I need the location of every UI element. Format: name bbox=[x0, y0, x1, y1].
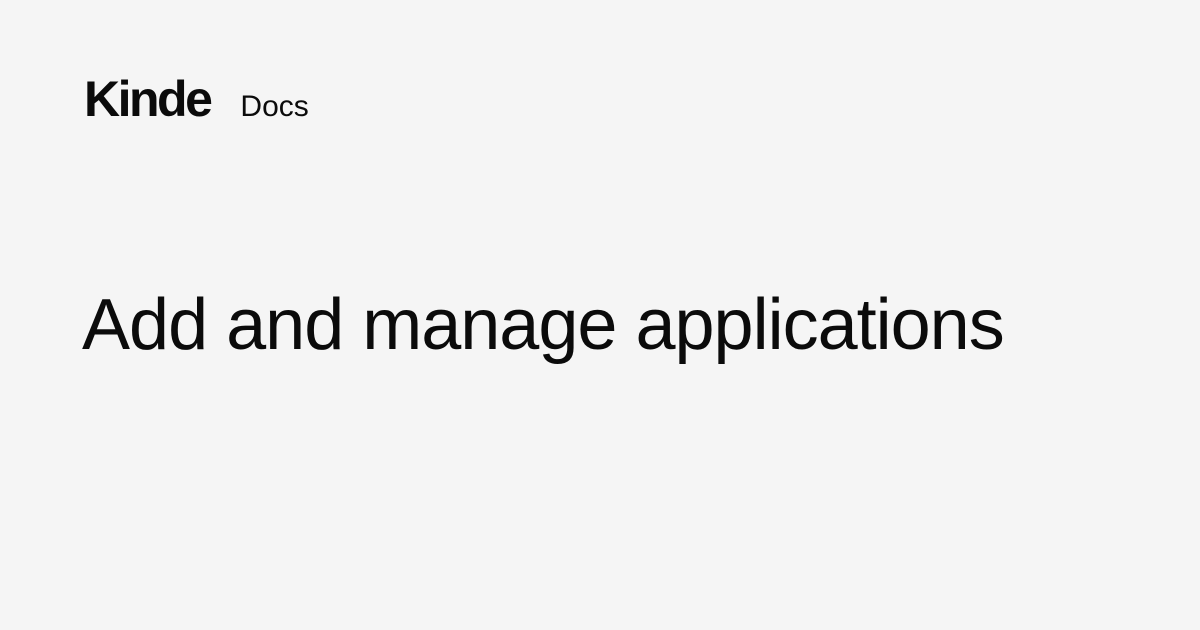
social-preview-card: Kinde Docs Add and manage applications bbox=[0, 0, 1200, 630]
page-title: Add and manage applications bbox=[82, 285, 1005, 365]
kinde-logo: Kinde bbox=[84, 71, 213, 127]
docs-section-label: Docs bbox=[240, 90, 309, 123]
brand-header: Kinde Docs bbox=[84, 74, 309, 124]
